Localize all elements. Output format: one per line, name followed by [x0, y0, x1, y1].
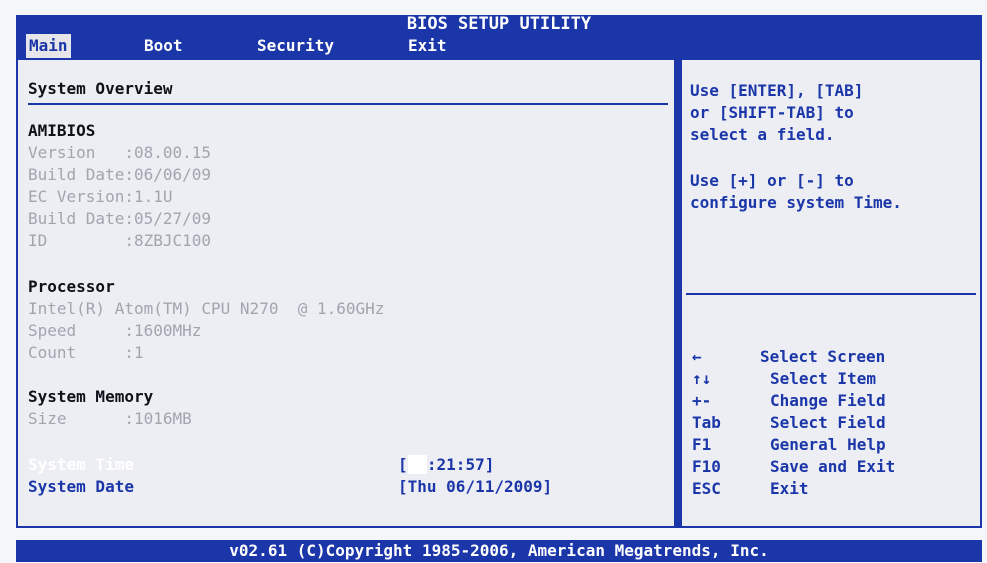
help-line-2: or [SHIFT-TAB] to [690, 103, 854, 122]
bios-version-label: Version : [28, 143, 134, 162]
key-select-item-desc: Select Item [770, 369, 876, 388]
bios-screen: BIOS SETUP UTILITY Main Boot Security Ex… [0, 0, 987, 563]
key-general-help: F1 [692, 435, 712, 454]
main-panel: System Overview AMIBIOS Version :08.00.1… [16, 58, 676, 528]
key-general-help-desc: General Help [770, 435, 886, 454]
memory-size-label: Size : [28, 409, 134, 428]
ec-version-value: 1.1U [133, 187, 173, 206]
ec-build-date-row: Build Date:05/27/09 [28, 208, 211, 230]
key-select-item: ↑↓ [692, 369, 712, 388]
key-save-exit: F10 [692, 457, 721, 476]
key-exit: ESC [692, 479, 721, 498]
key-change-field-desc: Change Field [770, 391, 886, 410]
ec-build-date-value: 05/27/09 [133, 209, 212, 228]
key-save-exit-desc: Save and Exit [770, 457, 896, 476]
processor-count-value: 1 [133, 343, 144, 362]
tab-boot[interactable]: Boot [144, 34, 183, 58]
copyright-footer: v02.61 (C)Copyright 1985-2006, American … [16, 540, 982, 562]
bios-title: BIOS SETUP UTILITY [406, 14, 592, 34]
help-line-4: Use [+] or [-] to [690, 171, 854, 190]
help-panel: Use [ENTER], [TAB] or [SHIFT-TAB] to sel… [680, 58, 982, 528]
processor-name: Intel(R) Atom(TM) CPU N270 @ 1.60GHz [28, 299, 385, 318]
bios-version-row: Version :08.00.15 [28, 142, 211, 164]
menu-bar: Main Boot Security Exit [16, 34, 982, 58]
memory-size-row: Size :1016MB [28, 408, 192, 430]
overview-divider [28, 103, 668, 105]
key-select-field-desc: Select Field [770, 413, 886, 432]
bios-build-date-value: 06/06/09 [133, 165, 212, 184]
key-change-field: +- [692, 391, 712, 410]
system-time-open: [ [398, 455, 408, 474]
copyright-text: v02.61 (C)Copyright 1985-2006, American … [229, 541, 769, 560]
bios-version-value: 08.00.15 [133, 143, 212, 162]
processor-heading: Processor [28, 277, 115, 296]
amibios-heading: AMIBIOS [28, 121, 96, 140]
help-divider [686, 293, 976, 295]
system-time-value[interactable]: [14:21:57] [398, 454, 494, 476]
system-time-hour-field[interactable]: 14 [407, 455, 427, 474]
help-line-5: configure system Time. [690, 193, 902, 212]
bios-build-date-label: Build Date: [28, 165, 134, 184]
ec-version-label: EC Version: [28, 187, 134, 206]
help-line-1: Use [ENTER], [TAB] [690, 81, 864, 100]
system-time-label[interactable]: System Time [28, 454, 134, 476]
bios-build-date-row: Build Date:06/06/09 [28, 164, 211, 186]
system-date-value[interactable]: [Thu 06/11/2009] [398, 476, 552, 498]
processor-speed-row: Speed :1600MHz [28, 320, 201, 342]
system-time-rest: :21:57] [426, 455, 495, 474]
tab-security[interactable]: Security [257, 34, 334, 58]
system-overview-heading: System Overview [28, 79, 173, 98]
system-memory-heading: System Memory [28, 387, 154, 406]
bios-title-bar: BIOS SETUP UTILITY [16, 15, 982, 34]
key-select-screen-desc: Select Screen [760, 347, 886, 366]
key-select-screen: ← [692, 347, 702, 366]
ec-build-date-label: Build Date: [28, 209, 134, 228]
tab-main[interactable]: Main [26, 34, 71, 58]
processor-count-label: Count : [28, 343, 134, 362]
id-row: ID :8ZBJC100 [28, 230, 211, 252]
help-line-3: select a field. [690, 125, 835, 144]
id-label: ID : [28, 231, 134, 250]
id-value: 8ZBJC100 [133, 231, 212, 250]
system-date-label[interactable]: System Date [28, 476, 134, 498]
memory-size-value: 1016MB [133, 409, 192, 428]
processor-speed-label: Speed : [28, 321, 134, 340]
processor-speed-value: 1600MHz [133, 321, 202, 340]
key-exit-desc: Exit [770, 479, 809, 498]
ec-version-row: EC Version:1.1U [28, 186, 173, 208]
processor-count-row: Count :1 [28, 342, 144, 364]
tab-exit[interactable]: Exit [408, 34, 447, 58]
key-select-field: Tab [692, 413, 721, 432]
